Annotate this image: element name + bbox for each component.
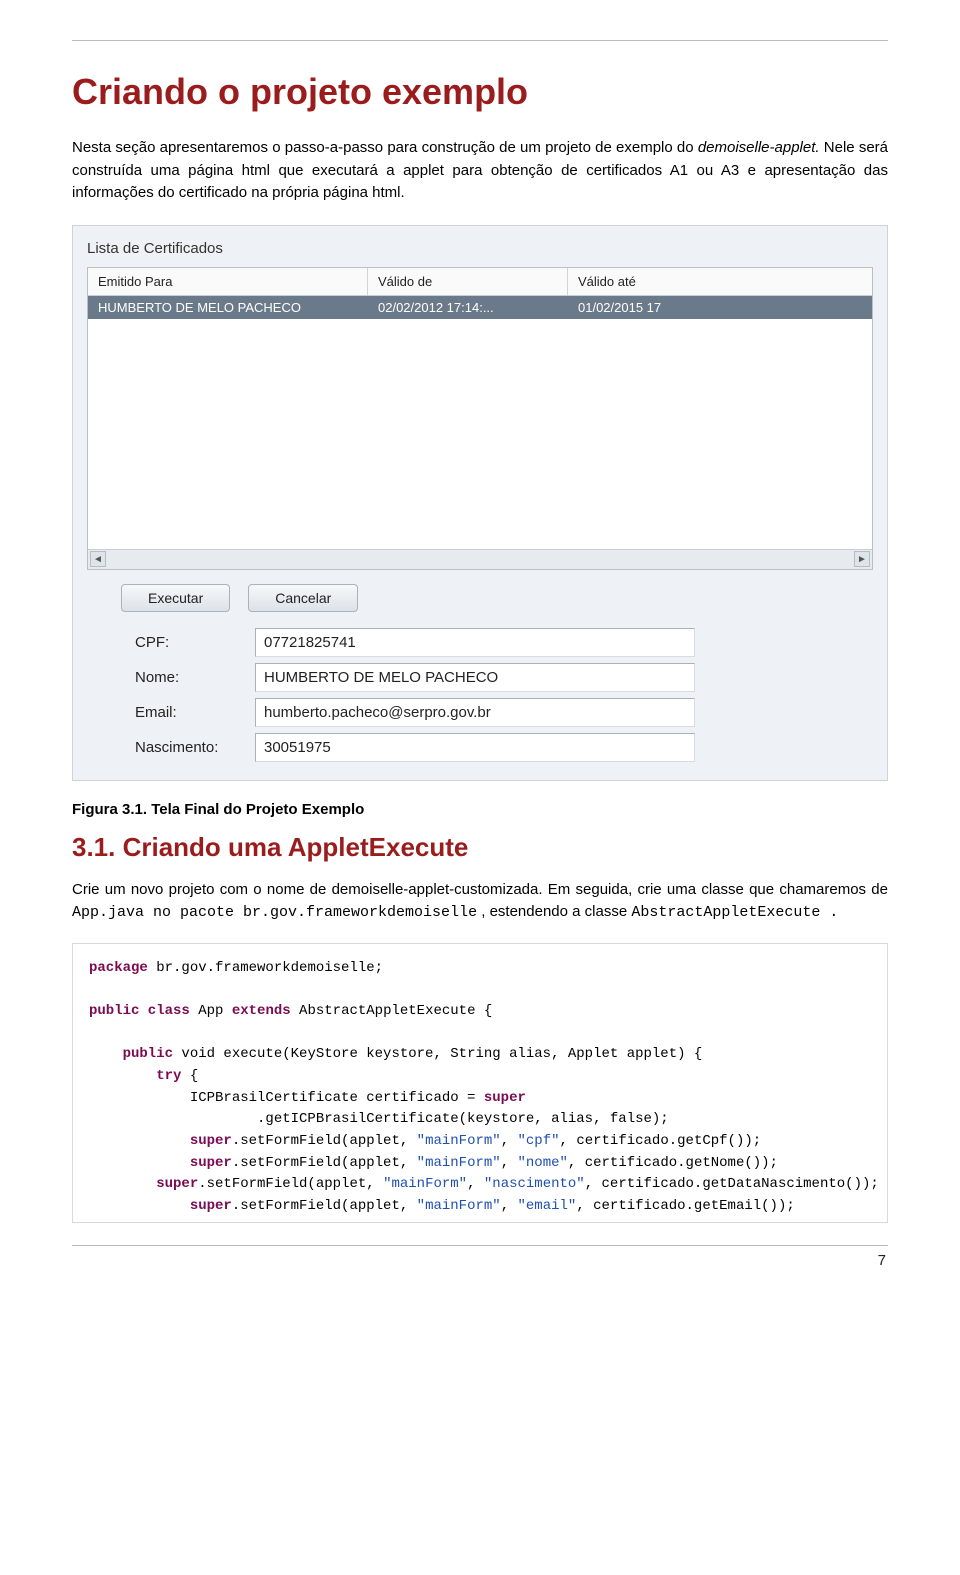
code-text: .setFormField(applet, — [232, 1155, 417, 1171]
code-text: App — [190, 1003, 232, 1019]
intro-text-a: Nesta seção apresentaremos o passo-a-pas… — [72, 139, 698, 156]
nascimento-label: Nascimento: — [135, 733, 255, 762]
code-text: void execute(KeyStore keystore, String a… — [173, 1046, 702, 1062]
kw-public: public — [89, 1046, 173, 1062]
kw-extends: extends — [232, 1003, 291, 1019]
col-valid-from: Válido de — [368, 268, 568, 295]
code-text: , certificado.getDataNascimento()); — [585, 1176, 879, 1192]
cpf-field[interactable]: 07721825741 — [255, 628, 695, 657]
p2-code2: AbstractAppletExecute . — [631, 904, 838, 921]
kw-super: super — [484, 1090, 526, 1106]
code-text: , — [501, 1198, 518, 1214]
kw-super: super — [89, 1133, 232, 1149]
intro-em: demoiselle-applet. — [698, 139, 820, 156]
table-row[interactable]: HUMBERTO DE MELO PACHECO 02/02/2012 17:1… — [88, 296, 872, 319]
email-label: Email: — [135, 698, 255, 727]
code-text: , — [467, 1176, 484, 1192]
scroll-right-icon[interactable]: ► — [854, 551, 870, 567]
code-text: .setFormField(applet, — [198, 1176, 383, 1192]
code-text: , — [501, 1155, 518, 1171]
shot-title: Lista de Certificados — [87, 240, 873, 257]
kw-super: super — [89, 1176, 198, 1192]
cert-table-head: Emitido Para Válido de Válido até — [88, 268, 872, 296]
code-text: AbstractAppletExecute { — [291, 1003, 493, 1019]
kw-super: super — [89, 1155, 232, 1171]
str: "cpf" — [518, 1133, 560, 1149]
p2b: , estendendo a classe — [477, 903, 631, 920]
str: "mainForm" — [383, 1176, 467, 1192]
scroll-track[interactable] — [108, 551, 852, 567]
code-text: , certificado.getNome()); — [568, 1155, 778, 1171]
p2a: Crie um novo projeto com o nome de demoi… — [72, 881, 888, 898]
kw-package: package — [89, 960, 148, 976]
str: "mainForm" — [417, 1198, 501, 1214]
cell-valid-from: 02/02/2012 17:14:... — [368, 296, 568, 319]
p2-code1: App.java no pacote br.gov.frameworkdemoi… — [72, 904, 477, 921]
code-text: , — [501, 1133, 518, 1149]
cancel-button[interactable]: Cancelar — [248, 584, 358, 612]
kw-try: try — [89, 1068, 181, 1084]
cell-valid-until: 01/02/2015 17 — [568, 296, 872, 319]
str: "mainForm" — [417, 1133, 501, 1149]
body-paragraph: Crie um novo projeto com o nome de demoi… — [72, 879, 888, 925]
code-text: .setFormField(applet, — [232, 1198, 417, 1214]
nome-label: Nome: — [135, 663, 255, 692]
top-rule — [72, 40, 888, 41]
section-heading: 3.1. Criando uma AppletExecute — [72, 832, 888, 863]
col-issued-to: Emitido Para — [88, 268, 368, 295]
code-block: package br.gov.frameworkdemoiselle; publ… — [72, 943, 888, 1223]
horizontal-scrollbar[interactable]: ◄ ► — [88, 549, 872, 569]
page-title: Criando o projeto exemplo — [72, 71, 888, 113]
code-text: { — [181, 1068, 198, 1084]
kw-super: super — [89, 1198, 232, 1214]
nascimento-field[interactable]: 30051975 — [255, 733, 695, 762]
page-number: 7 — [72, 1246, 888, 1269]
nome-field[interactable]: HUMBERTO DE MELO PACHECO — [255, 663, 695, 692]
col-valid-until: Válido até — [568, 268, 872, 295]
code-text: .getICPBrasilCertificate(keystore, alias… — [89, 1111, 669, 1127]
code-text: br.gov.frameworkdemoiselle; — [148, 960, 383, 976]
str: "mainForm" — [417, 1155, 501, 1171]
str: "email" — [518, 1198, 577, 1214]
intro-paragraph: Nesta seção apresentaremos o passo-a-pas… — [72, 137, 888, 205]
figure-caption: Figura 3.1. Tela Final do Projeto Exempl… — [72, 801, 888, 818]
str: "nome" — [518, 1155, 568, 1171]
email-field[interactable]: humberto.pacheco@serpro.gov.br — [255, 698, 695, 727]
applet-screenshot: Lista de Certificados Emitido Para Válid… — [72, 225, 888, 781]
str: "nascimento" — [484, 1176, 585, 1192]
code-text: ICPBrasilCertificate certificado = — [89, 1090, 484, 1106]
kw-public-class: public class — [89, 1003, 190, 1019]
table-empty-area — [88, 319, 872, 549]
code-text: , certificado.getEmail()); — [576, 1198, 794, 1214]
cert-table: Emitido Para Válido de Válido até HUMBER… — [87, 267, 873, 570]
code-text: , certificado.getCpf()); — [560, 1133, 762, 1149]
execute-button[interactable]: Executar — [121, 584, 230, 612]
scroll-left-icon[interactable]: ◄ — [90, 551, 106, 567]
cell-issued-to: HUMBERTO DE MELO PACHECO — [88, 296, 368, 319]
form-fields: CPF: 07721825741 Nome: HUMBERTO DE MELO … — [135, 628, 695, 762]
code-text: .setFormField(applet, — [232, 1133, 417, 1149]
cpf-label: CPF: — [135, 628, 255, 657]
